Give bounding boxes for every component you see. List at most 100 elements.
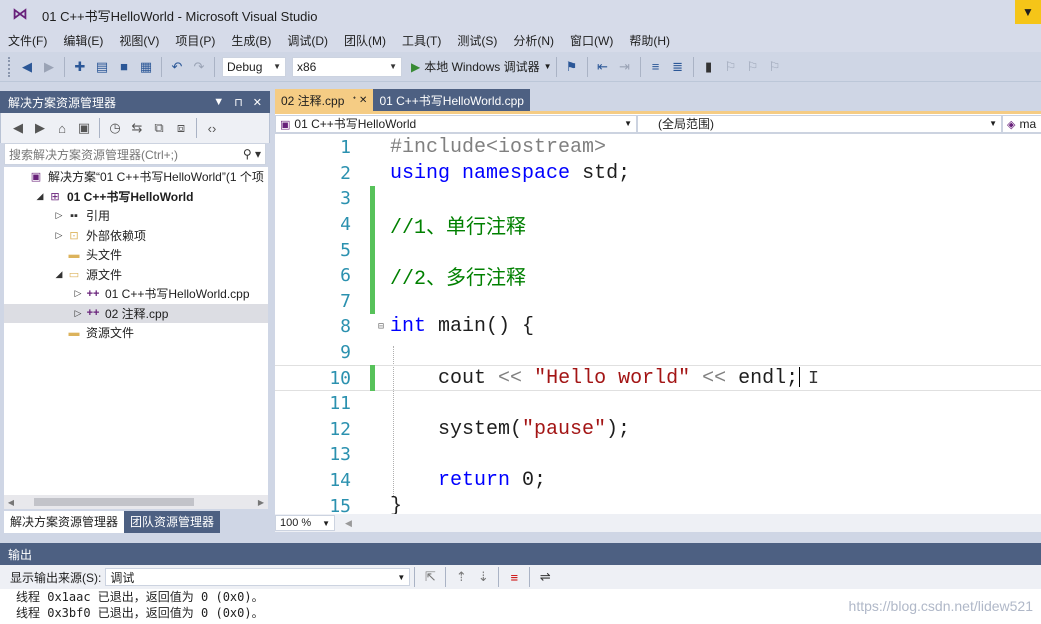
scope-select[interactable]: (全局范围) ▼ (637, 114, 1002, 133)
open-file-icon[interactable]: ▤ (92, 57, 112, 77)
solution-platform-select[interactable]: x86 ▼ (292, 56, 402, 77)
start-debugging-button[interactable]: ▶ 本地 Windows 调试器 ▼ (411, 58, 552, 75)
find-message-icon[interactable]: ⇱ (420, 567, 440, 587)
tab-comments-cpp[interactable]: 02 注释.cpp ᐩ ✕ (275, 89, 374, 111)
code-line[interactable]: 6 //2、多行注释 (275, 263, 1041, 291)
pin-icon[interactable]: ⊓ (234, 96, 243, 109)
comment-icon[interactable]: ≡ (646, 57, 666, 77)
expand-arrow-icon[interactable]: ▷ (52, 210, 66, 221)
scroll-thumb[interactable] (34, 498, 194, 506)
tree-item[interactable]: ▬ 头文件 (4, 245, 268, 265)
expand-arrow-icon[interactable]: ▷ (52, 230, 66, 241)
view-code-icon[interactable]: ‹› (202, 118, 222, 138)
bookmark-icon[interactable]: ▮ (699, 57, 719, 77)
indent-icon[interactable]: ⇥ (615, 57, 635, 77)
tree-item[interactable]: ◢ ⊞ 01 C++书写HelloWorld (4, 187, 268, 207)
code-line[interactable]: 12 system("pause"); (275, 417, 1041, 443)
horizontal-scrollbar[interactable]: ◀ ▶ (4, 495, 268, 509)
pending-changes-icon[interactable]: ◷ (105, 118, 125, 138)
scroll-right-icon[interactable]: ▶ (254, 498, 268, 507)
clear-all-icon[interactable]: ≡ (504, 567, 524, 587)
zoom-select[interactable]: 100 % ▼ (275, 515, 335, 531)
code-line[interactable]: 7 (275, 288, 1041, 315)
expand-arrow-icon[interactable]: ▷ (71, 308, 85, 319)
next-message-icon[interactable]: ⇣ (473, 567, 493, 587)
back-icon[interactable]: ◀ (17, 57, 37, 77)
pin-close-icon[interactable]: ᐩ ✕ (352, 95, 367, 106)
output-source-select[interactable]: 调试 ▼ (105, 568, 411, 586)
uncomment-icon[interactable]: ≣ (668, 57, 688, 77)
menu-team[interactable]: 团队(M) (338, 30, 396, 52)
solution-configuration-select[interactable]: Debug ▼ (222, 56, 286, 77)
tree-item[interactable]: ▷ ++ 02 注释.cpp (4, 303, 268, 323)
code-line[interactable]: 9 (275, 340, 1041, 366)
prev-bookmark-icon[interactable]: ⚐ (721, 57, 741, 77)
save-icon[interactable]: ■ (114, 57, 134, 77)
code-line[interactable]: 1 #include<iostream> (275, 135, 1041, 161)
undo-icon[interactable]: ↶ (167, 57, 187, 77)
code-line[interactable]: 4 //1、单行注释 (275, 211, 1041, 240)
search-icon[interactable]: ⚲ ▾ (243, 147, 261, 161)
word-wrap-icon[interactable]: ⇌ (535, 567, 555, 587)
solution-search-input[interactable]: 搜索解决方案资源管理器(Ctrl+;) ⚲ ▾ (4, 143, 266, 165)
code-line[interactable]: 11 (275, 391, 1041, 417)
clear-bookmarks-icon[interactable]: ⚐ (765, 57, 785, 77)
member-select[interactable]: ◈ ma (1002, 114, 1041, 133)
home-icon[interactable]: ⌂ (52, 118, 72, 138)
code-line[interactable]: 14 return 0; (275, 468, 1041, 494)
menu-edit[interactable]: 编辑(E) (57, 30, 113, 52)
tree-item[interactable]: ▬ 资源文件 (4, 323, 268, 343)
menu-analyze[interactable]: 分析(N) (507, 30, 564, 52)
new-project-icon[interactable]: ✚ (70, 57, 90, 77)
menu-project[interactable]: 项目(P) (169, 30, 225, 52)
tree-item[interactable]: ◢ ▭ 源文件 (4, 265, 268, 285)
code-line[interactable]: 15} (275, 493, 1041, 514)
toolbar-grip[interactable] (8, 56, 12, 77)
tree-item[interactable]: ▣ 解决方案“01 C++书写HelloWorld”(1 个项 (4, 167, 268, 187)
collapse-all-icon[interactable]: ⧉ (149, 118, 169, 138)
scroll-left-icon[interactable]: ◀ (4, 498, 18, 507)
scroll-left-icon[interactable]: ◀ (345, 518, 352, 529)
chevron-down-icon[interactable]: ▼ (213, 96, 224, 109)
tab-solution-explorer[interactable]: 解决方案资源管理器 (4, 511, 125, 533)
tab-helloworld-cpp[interactable]: 01 C++书写HelloWorld.cpp (373, 89, 530, 111)
tree-item[interactable]: ▷ ++ 01 C++书写HelloWorld.cpp (4, 284, 268, 304)
collapse-icon[interactable]: ⊟ (378, 321, 384, 332)
menu-tools[interactable]: 工具(T) (396, 30, 451, 52)
back-icon[interactable]: ◀ (8, 118, 28, 138)
menu-test[interactable]: 测试(S) (451, 30, 507, 52)
code-line[interactable]: 13 (275, 442, 1041, 468)
outdent-icon[interactable]: ⇤ (593, 57, 613, 77)
code-line[interactable]: 10 cout << "Hello world" << endl; I (275, 365, 1041, 391)
sync-icon[interactable]: ⇆ (127, 118, 147, 138)
expand-arrow-icon[interactable]: ▷ (71, 288, 85, 299)
project-select[interactable]: ▣ 01 C++书写HelloWorld ▼ (275, 114, 637, 133)
tab-team-explorer[interactable]: 团队资源管理器 (124, 511, 221, 533)
expand-arrow-icon[interactable]: ◢ (52, 269, 66, 280)
close-icon[interactable]: ✕ (253, 96, 262, 109)
menu-build[interactable]: 生成(B) (225, 30, 281, 52)
code-line[interactable]: 2 using namespace std; (275, 161, 1041, 187)
forward-icon[interactable]: ▶ (30, 118, 50, 138)
menu-debug[interactable]: 调试(D) (281, 30, 338, 52)
show-all-files-icon[interactable]: ⧈ (171, 118, 191, 138)
menu-help[interactable]: 帮助(H) (623, 30, 680, 52)
menu-window[interactable]: 窗口(W) (564, 30, 623, 52)
save-all-icon[interactable]: ▦ (136, 57, 156, 77)
tree-item[interactable]: ▷ ⊡ 外部依赖项 (4, 226, 268, 246)
redo-icon[interactable]: ↷ (189, 57, 209, 77)
code-line[interactable]: 8 ⊟ int main() { (275, 314, 1041, 340)
code-editor[interactable]: 1 #include<iostream> 2 using namespace std;… (275, 134, 1041, 514)
tree-item[interactable]: ▷ ▪▪ 引用 (4, 206, 268, 226)
notification-flag-icon[interactable]: ▼ (1015, 0, 1041, 24)
next-bookmark-icon[interactable]: ⚐ (743, 57, 763, 77)
menu-file[interactable]: 文件(F) (2, 30, 57, 52)
find-icon[interactable]: ⚑ (562, 57, 582, 77)
menu-view[interactable]: 视图(V) (113, 30, 169, 52)
forward-icon[interactable]: ▶ (39, 57, 59, 77)
code-line[interactable]: 3 (275, 186, 1041, 212)
switch-views-icon[interactable]: ▣ (74, 118, 94, 138)
expand-arrow-icon[interactable]: ◢ (33, 191, 47, 202)
prev-message-icon[interactable]: ⇡ (451, 567, 471, 587)
code-line[interactable]: 5 (275, 237, 1041, 263)
